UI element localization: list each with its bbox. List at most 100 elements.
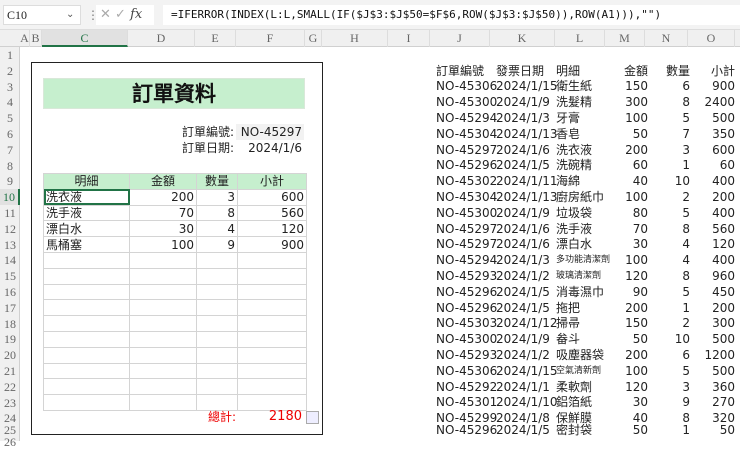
confirm-icon[interactable]: ✓: [115, 7, 126, 22]
column-header-o[interactable]: O: [688, 30, 735, 47]
item-cell[interactable]: [43, 251, 130, 269]
row-header-12[interactable]: 12: [0, 221, 20, 237]
row-header-22[interactable]: 22: [0, 379, 20, 395]
row-header-7[interactable]: 7: [0, 142, 20, 158]
item-cell[interactable]: [129, 330, 197, 348]
item-cell[interactable]: [237, 378, 307, 396]
column-header-a[interactable]: A: [20, 30, 30, 47]
item-cell[interactable]: [196, 362, 238, 380]
row-header-23[interactable]: 23: [0, 395, 20, 411]
row-header-11[interactable]: 11: [0, 205, 20, 221]
column-header-d[interactable]: D: [128, 30, 195, 47]
item-cell[interactable]: [196, 299, 238, 317]
item-cell[interactable]: 4: [196, 220, 238, 238]
column-header-m[interactable]: M: [605, 30, 645, 47]
item-cell[interactable]: [129, 299, 197, 317]
item-cell[interactable]: [237, 362, 307, 380]
item-cell[interactable]: [43, 346, 130, 364]
row-header-3[interactable]: 3: [0, 79, 20, 95]
row-header-21[interactable]: 21: [0, 363, 20, 379]
item-cell[interactable]: [237, 267, 307, 285]
cancel-icon[interactable]: ✕: [100, 7, 111, 22]
column-header-h[interactable]: H: [322, 30, 388, 47]
row-header-17[interactable]: 17: [0, 300, 20, 316]
item-cell[interactable]: [43, 330, 130, 348]
item-cell[interactable]: 馬桶塞: [43, 236, 130, 253]
item-cell[interactable]: [43, 315, 130, 332]
item-cell[interactable]: [129, 394, 197, 411]
item-cell[interactable]: [129, 267, 197, 285]
item-cell[interactable]: [196, 378, 238, 396]
row-header-18[interactable]: 18: [0, 316, 20, 332]
row-header-5[interactable]: 5: [0, 110, 20, 126]
item-cell[interactable]: 70: [129, 204, 197, 222]
column-header-i[interactable]: I: [388, 30, 430, 47]
item-cell[interactable]: [43, 394, 130, 411]
order-number-cell[interactable]: NO-45297: [236, 124, 304, 140]
item-cell[interactable]: [43, 362, 130, 380]
item-cell[interactable]: [129, 283, 197, 301]
item-cell[interactable]: [196, 330, 238, 348]
item-cell[interactable]: [237, 330, 307, 348]
item-cell[interactable]: [196, 251, 238, 269]
item-cell[interactable]: [237, 283, 307, 301]
row-header-4[interactable]: 4: [0, 94, 20, 110]
row-header-19[interactable]: 19: [0, 331, 20, 347]
column-header-e[interactable]: E: [195, 30, 236, 47]
column-header-n[interactable]: N: [645, 30, 688, 47]
column-header-j[interactable]: J: [430, 30, 490, 47]
row-header-1[interactable]: 1: [0, 47, 20, 63]
formula-input[interactable]: =IFERROR(INDEX(L:L,SMALL(IF($J$3:$J$50=$…: [163, 5, 740, 25]
item-cell[interactable]: [129, 362, 197, 380]
row-header-16[interactable]: 16: [0, 284, 20, 300]
item-cell[interactable]: 8: [196, 204, 238, 222]
item-cell[interactable]: [129, 346, 197, 364]
item-cell[interactable]: 洗手液: [43, 204, 130, 222]
chevron-down-icon[interactable]: ⌄: [66, 5, 74, 25]
item-cell[interactable]: [237, 299, 307, 317]
row-header-15[interactable]: 15: [0, 268, 20, 284]
item-cell[interactable]: [237, 315, 307, 332]
item-cell[interactable]: 600: [237, 188, 307, 206]
item-cell[interactable]: 100: [129, 236, 197, 253]
column-header-k[interactable]: K: [490, 30, 555, 47]
row-header-14[interactable]: 14: [0, 252, 20, 268]
item-cell[interactable]: [43, 283, 130, 301]
item-cell[interactable]: [196, 346, 238, 364]
row-header-8[interactable]: 8: [0, 158, 20, 174]
column-header-c[interactable]: C: [42, 30, 128, 47]
row-header-20[interactable]: 20: [0, 347, 20, 363]
item-cell[interactable]: 洗衣液: [43, 188, 130, 206]
fx-icon[interactable]: fx: [130, 7, 142, 22]
item-cell[interactable]: [196, 315, 238, 332]
column-header-f[interactable]: F: [236, 30, 305, 47]
item-cell[interactable]: [129, 315, 197, 332]
item-cell[interactable]: 3: [196, 188, 238, 206]
item-cell[interactable]: 9: [196, 236, 238, 253]
item-cell[interactable]: [237, 346, 307, 364]
row-header-10[interactable]: 10: [0, 189, 20, 206]
item-cell[interactable]: [129, 251, 197, 269]
item-cell[interactable]: 560: [237, 204, 307, 222]
row-header-13[interactable]: 13: [0, 237, 20, 253]
item-cell[interactable]: [196, 267, 238, 285]
item-cell[interactable]: [237, 251, 307, 269]
quick-analysis-icon[interactable]: [306, 411, 319, 424]
item-cell[interactable]: 120: [237, 220, 307, 238]
row-header-26[interactable]: 26: [0, 434, 20, 450]
row-header-2[interactable]: 2: [0, 63, 20, 79]
item-cell[interactable]: [196, 283, 238, 301]
item-cell[interactable]: 漂白水: [43, 220, 130, 238]
item-cell[interactable]: 900: [237, 236, 307, 253]
row-header-9[interactable]: 9: [0, 173, 20, 189]
row-header-6[interactable]: 6: [0, 126, 20, 142]
item-cell[interactable]: [43, 378, 130, 396]
column-header-g[interactable]: G: [305, 30, 322, 47]
item-cell[interactable]: [43, 299, 130, 317]
item-cell[interactable]: [43, 267, 130, 285]
column-header-l[interactable]: L: [555, 30, 605, 47]
item-cell[interactable]: 200: [129, 188, 197, 206]
item-cell[interactable]: 30: [129, 220, 197, 238]
item-cell[interactable]: [129, 378, 197, 396]
column-header-b[interactable]: B: [30, 30, 42, 47]
